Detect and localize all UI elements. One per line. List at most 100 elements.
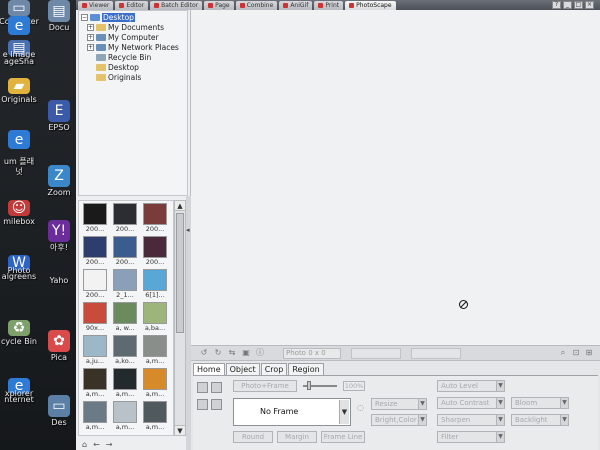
tab-home[interactable]: Home — [193, 363, 225, 375]
smilebox-icon[interactable]: ☺ — [8, 200, 30, 216]
thumbnail-image[interactable] — [113, 335, 137, 357]
tree-item[interactable]: + My Documents — [81, 22, 185, 32]
auto-level-button[interactable]: Auto Level ▼ — [437, 380, 505, 392]
app-tab-anigif[interactable]: AniGif — [279, 1, 313, 10]
chevron-down-icon[interactable]: ▼ — [339, 400, 349, 424]
thumbnail-item[interactable]: a,m... — [82, 401, 108, 431]
thumbnail-item[interactable]: 200... — [82, 203, 108, 233]
info-icon[interactable]: ⓘ — [255, 348, 265, 358]
frame-line-button[interactable]: Frame Line — [321, 431, 365, 443]
splitter-grip-icon[interactable]: ◂ — [186, 226, 190, 234]
rotate-left-icon[interactable]: ↺ — [199, 348, 209, 358]
round-button[interactable]: Round — [233, 431, 273, 443]
internet-explorer-icon[interactable]: e — [8, 130, 30, 149]
thumbnail-image[interactable] — [83, 401, 107, 423]
scrollbar-thumb[interactable] — [176, 213, 184, 333]
thumbnail-item[interactable]: a,m... — [142, 401, 168, 431]
thumbnail-item[interactable]: 200... — [142, 236, 168, 266]
photo-frame-button[interactable]: Photo+Frame — [233, 380, 297, 392]
filter-button[interactable]: Filter ▼ — [437, 431, 505, 443]
desktop-icon-item[interactable]: ♻ cycle Bin — [0, 320, 38, 346]
frame-select[interactable]: No Frame ▼ — [233, 398, 351, 426]
fit-icon[interactable]: ▣ — [241, 348, 251, 358]
internet-explorer-icon[interactable]: e — [8, 16, 30, 35]
thumbnail-image[interactable] — [83, 302, 107, 324]
thumbnail-image[interactable] — [83, 335, 107, 357]
thumbnail-image[interactable] — [113, 302, 137, 324]
expand-icon[interactable]: + — [87, 43, 94, 51]
thumbnail-image[interactable] — [113, 368, 137, 390]
thumbnail-image[interactable] — [143, 236, 167, 258]
thumbnail-image[interactable] — [143, 203, 167, 225]
scroll-down-arrow-icon[interactable]: ▼ — [175, 425, 185, 435]
home-icon[interactable]: ⌂ — [82, 440, 87, 449]
tree-item[interactable]: Desktop — [81, 62, 185, 72]
app-tab-page[interactable]: Page — [204, 1, 234, 10]
frame-options-icon[interactable]: ◌ — [357, 403, 364, 412]
desktop-icon-item[interactable]: e — [0, 16, 38, 36]
thumbnail-item[interactable]: a,ba... — [142, 302, 168, 332]
chevron-down-icon[interactable]: ▼ — [496, 381, 504, 391]
margin-button[interactable]: Margin — [277, 431, 317, 443]
thumbnail-image[interactable] — [113, 236, 137, 258]
chevron-down-icon[interactable]: ▼ — [560, 415, 568, 425]
expand-icon[interactable]: + — [87, 23, 94, 31]
desktop-icon-item[interactable]: Photo — [0, 265, 38, 285]
app-tab-combine[interactable]: Combine — [235, 1, 278, 10]
thumbnail-item[interactable]: 200... — [82, 236, 108, 266]
app-tab-editor[interactable]: Editor — [115, 1, 149, 10]
desktop-icon-item[interactable]: xplorer — [0, 388, 38, 408]
thumbnail-image[interactable] — [83, 236, 107, 258]
help-button[interactable]: ? — [552, 1, 561, 9]
tree-item[interactable]: − Desktop — [81, 12, 185, 22]
thumbnail-item[interactable]: a,m... — [142, 368, 168, 398]
desktop-icon-item[interactable]: Z Zoom — [40, 165, 78, 205]
thumbnail-item[interactable]: 200... — [82, 269, 108, 299]
zoom-fit-icon[interactable]: ⊞ — [584, 348, 594, 358]
thumbnail-image[interactable] — [83, 368, 107, 390]
chevron-down-icon[interactable]: ▼ — [496, 415, 504, 425]
auto-contrast-button[interactable]: Auto Contrast ▼ — [437, 397, 505, 409]
picasa-icon[interactable]: ✿ — [48, 330, 70, 352]
orientation-icon[interactable] — [197, 382, 208, 393]
desktop-icon-item[interactable]: ▰ Originals — [0, 78, 38, 104]
desktop-icon-item[interactable]: E EPSO — [40, 100, 78, 140]
thumbnail-image[interactable] — [143, 335, 167, 357]
tree-item[interactable]: Recycle Bin — [81, 52, 185, 62]
app-tab-viewer[interactable]: Viewer — [78, 1, 114, 10]
thumbnail-item[interactable]: a, w... — [112, 302, 138, 332]
collapse-icon[interactable]: − — [81, 13, 88, 21]
zoom-icon[interactable]: Z — [48, 165, 70, 187]
expand-icon[interactable]: + — [87, 33, 94, 41]
tab-object[interactable]: Object — [225, 363, 260, 375]
tab-crop[interactable]: Crop — [260, 363, 288, 375]
minimize-button[interactable]: _ — [563, 1, 572, 9]
app-tab-batch-editor[interactable]: Batch Editor — [150, 1, 203, 10]
maximize-button[interactable]: □ — [574, 1, 583, 9]
app-tab-photoscape[interactable]: PhotoScape — [345, 1, 396, 10]
thumbnail-item[interactable]: a,m... — [82, 368, 108, 398]
desktop-icon-item[interactable]: ▭ Des — [40, 395, 78, 435]
tab-region[interactable]: Region — [288, 363, 324, 375]
desktop-icon-item[interactable]: ✿ Pica — [40, 330, 78, 370]
desktop-icon-item[interactable]: e — [0, 130, 38, 150]
editor-canvas[interactable] — [191, 10, 600, 345]
close-button[interactable]: × — [585, 1, 594, 9]
thumbnail-item[interactable]: 2_1... — [112, 269, 138, 299]
epson-icon[interactable]: E — [48, 100, 70, 122]
desktop-icon-item[interactable]: ☺ milebox — [0, 200, 38, 226]
thumbnail-item[interactable]: a,ju... — [82, 335, 108, 365]
chevron-down-icon[interactable]: ▼ — [496, 432, 504, 442]
frame-size-slider-knob[interactable] — [307, 381, 311, 390]
chevron-down-icon[interactable]: ▼ — [560, 398, 568, 408]
scroll-up-arrow-icon[interactable]: ▲ — [175, 201, 185, 211]
bloom-button[interactable]: Bloom ▼ — [511, 397, 569, 409]
backlight-button[interactable]: Backlight ▼ — [511, 414, 569, 426]
zoom-reset-icon[interactable]: ⊡ — [571, 348, 581, 358]
thumbnail-image[interactable] — [83, 269, 107, 291]
desktop-icon-item[interactable]: 넛 — [0, 166, 38, 186]
desktop-icon-item[interactable]: Y! 아후! — [40, 220, 78, 260]
app-tab-print[interactable]: Print — [314, 1, 344, 10]
tree-item[interactable]: Originals — [81, 72, 185, 82]
desktop-icon-item[interactable]: e Image — [0, 49, 38, 69]
